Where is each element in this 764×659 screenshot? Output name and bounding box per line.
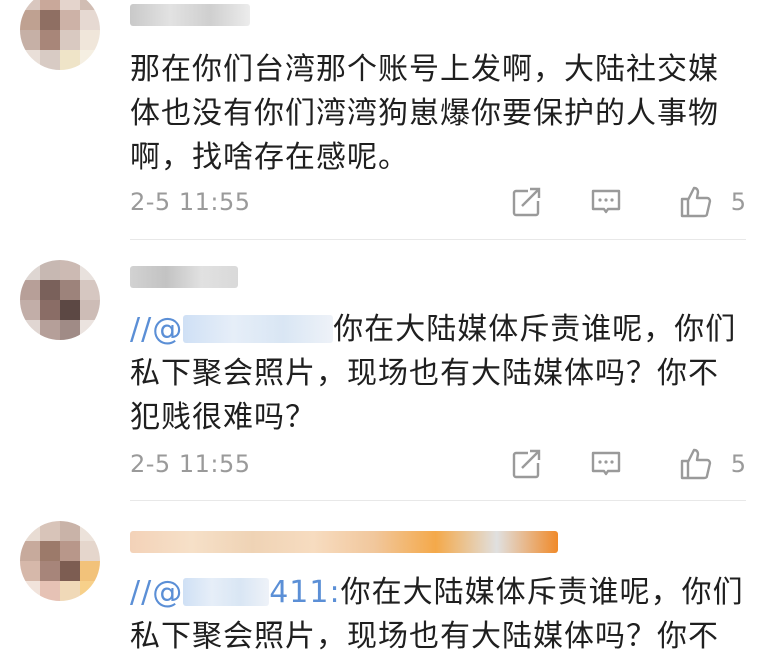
comment-text: //@ 你在大陆媒体斥责谁呢，你们私下聚会照片，现场也有大陆媒体吗？你不犯贱很难吗… [130, 308, 746, 440]
comment-item: 那在你们台湾那个账号上发啊，大陆社交媒体也没有你们湾湾狗崽爆你要保护的人事物啊，… [0, 0, 764, 240]
comment-meta: 2-5 11:55 5 [130, 444, 746, 484]
comment-text: 那在你们台湾那个账号上发啊，大陆社交媒体也没有你们湾湾狗崽爆你要保护的人事物啊，… [130, 52, 719, 175]
comment-item: //@ 你在大陆媒体斥责谁呢，你们私下聚会照片，现场也有大陆媒体吗？你不犯贱很难吗… [0, 240, 764, 500]
like-count: 5 [730, 450, 746, 478]
username-blurred[interactable] [130, 266, 238, 288]
comment-icon[interactable] [588, 184, 624, 220]
mention-suffix[interactable]: 411: [269, 575, 340, 610]
comment-meta: 2-5 11:55 5 [130, 182, 746, 222]
comment-icon[interactable] [588, 446, 624, 482]
mention-username-blurred[interactable] [183, 315, 334, 343]
comment-item: //@ 411:你在大陆媒体斥责谁呢，你们私下聚会照片，现场也有大陆媒体吗？你不 [0, 501, 764, 654]
thumbs-up-icon[interactable] [678, 446, 714, 482]
avatar[interactable] [20, 0, 100, 70]
mention-username-blurred[interactable] [183, 578, 270, 606]
avatar[interactable] [20, 521, 100, 601]
share-icon[interactable] [508, 184, 544, 220]
comment-time: 2-5 11:55 [130, 450, 251, 478]
mention-prefix[interactable]: //@ [130, 575, 183, 610]
username-blurred[interactable] [130, 531, 558, 553]
mention-prefix[interactable]: //@ [130, 312, 183, 347]
thumbs-up-icon[interactable] [678, 184, 714, 220]
username-blurred[interactable] [130, 4, 250, 26]
comment-time: 2-5 11:55 [130, 188, 251, 216]
avatar[interactable] [20, 260, 100, 340]
like-count: 5 [730, 188, 746, 216]
comment-text: //@ 411:你在大陆媒体斥责谁呢，你们私下聚会照片，现场也有大陆媒体吗？你不 [130, 571, 746, 659]
share-icon[interactable] [508, 446, 544, 482]
